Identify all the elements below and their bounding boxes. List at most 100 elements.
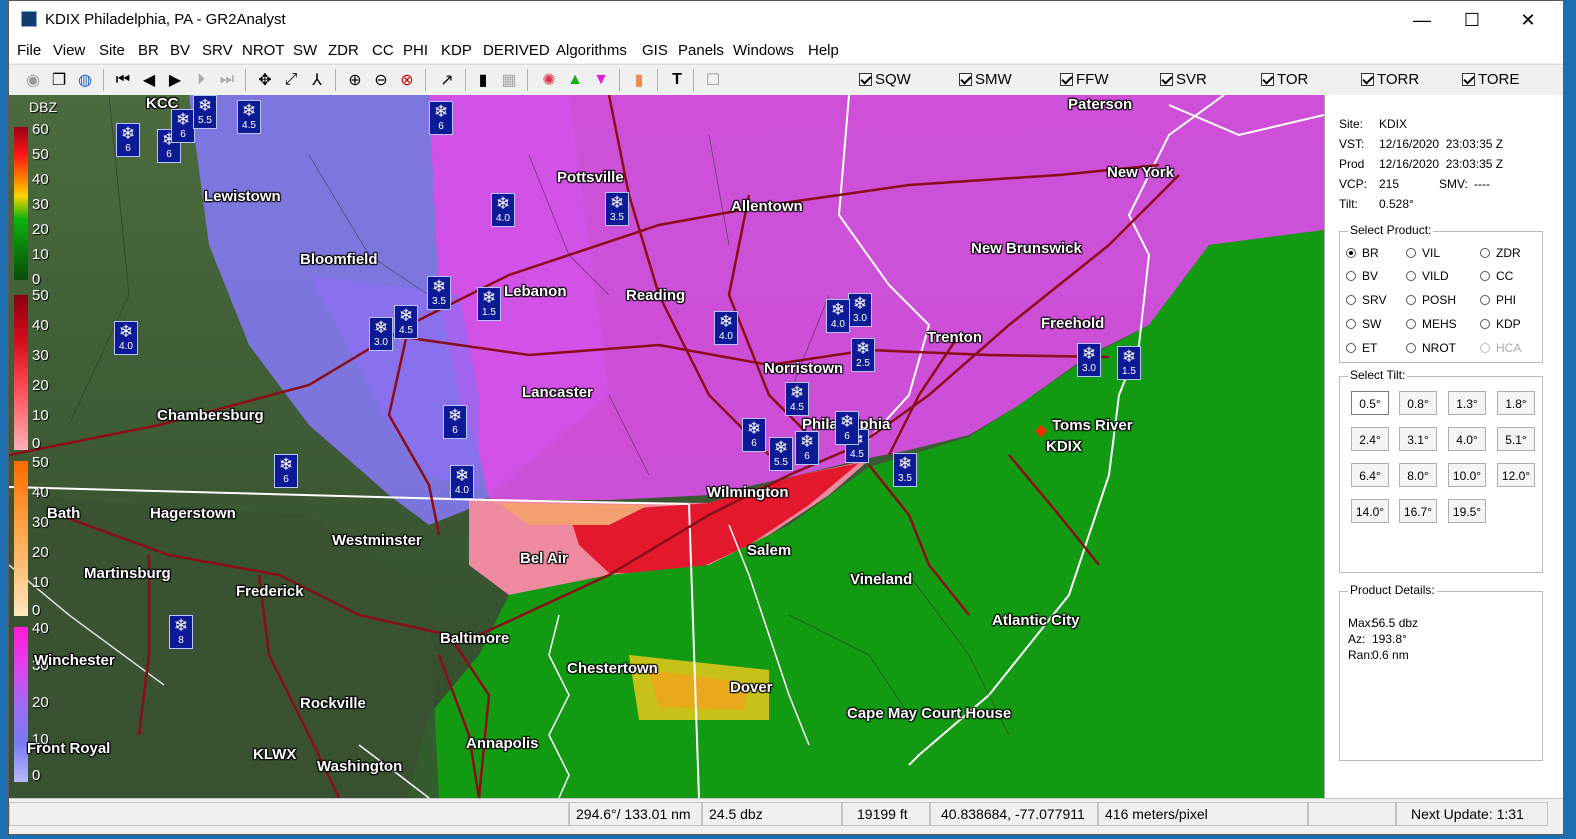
cross-section-icon[interactable]: ⅄ <box>307 70 327 90</box>
product-kdp-radio[interactable]: KDP <box>1480 317 1521 331</box>
green-triangle-icon[interactable]: ▲ <box>565 70 585 90</box>
product-vil-radio[interactable]: VIL <box>1406 246 1440 260</box>
measure-icon[interactable]: ⤢ <box>281 70 301 90</box>
snow-report-marker[interactable]: ❄ 5.5 <box>769 437 793 471</box>
right-edge-scrollbar[interactable] <box>1563 95 1564 798</box>
snow-report-marker[interactable]: ❄ 6 <box>116 123 140 157</box>
frame-box-icon[interactable]: ☐ <box>703 70 723 90</box>
globe-icon[interactable]: ◉ <box>23 70 43 90</box>
toggle-tore[interactable]: TORE <box>1462 71 1519 88</box>
step-back-icon[interactable]: ◀ <box>139 70 159 90</box>
minimize-button[interactable]: — <box>1399 7 1445 33</box>
menu-algorithms[interactable]: Algorithms <box>556 42 627 59</box>
black-square-icon[interactable]: ▮ <box>473 70 493 90</box>
product-vild-radio[interactable]: VILD <box>1406 269 1449 283</box>
zoom-out-icon[interactable]: ⊖ <box>371 70 391 90</box>
snow-report-marker[interactable]: ❄ 6 <box>429 101 453 135</box>
menu-bv[interactable]: BV <box>170 42 190 59</box>
toggle-svr[interactable]: SVR <box>1160 71 1207 88</box>
zoom-reset-icon[interactable]: ⊗ <box>397 70 417 90</box>
tilt-button[interactable]: 10.0° <box>1448 463 1486 487</box>
snow-report-marker[interactable]: ❄4.5 <box>394 305 418 339</box>
menu-sw[interactable]: SW <box>293 42 317 59</box>
menu-file[interactable]: File <box>17 42 41 59</box>
toggle-sqw[interactable]: SQW <box>859 71 911 88</box>
menu-phi[interactable]: PHI <box>403 42 428 59</box>
tilt-button[interactable]: 3.1° <box>1399 427 1437 451</box>
magenta-triangle-icon[interactable]: ▼ <box>591 70 611 90</box>
menu-derived[interactable]: DERIVED <box>483 42 550 59</box>
snow-report-marker[interactable]: ❄ 3.5 <box>605 192 629 226</box>
snow-report-marker[interactable]: ❄ 3.0 <box>1077 343 1101 377</box>
snow-report-marker[interactable]: ❄ 1.5 <box>1117 346 1141 380</box>
product-mehs-radio[interactable]: MEHS <box>1406 317 1457 331</box>
snow-report-marker[interactable]: ❄ 4.0 <box>714 311 738 345</box>
snow-report-marker[interactable]: ❄ 6 <box>443 405 467 439</box>
snow-report-marker[interactable]: ❄ 6 <box>742 418 766 452</box>
pan-icon[interactable]: ✥ <box>255 70 275 90</box>
hurricane-icon[interactable]: ✺ <box>539 70 559 90</box>
product-srv-radio[interactable]: SRV <box>1346 293 1386 307</box>
product-bv-radio[interactable]: BV <box>1346 269 1378 283</box>
menu-br[interactable]: BR <box>138 42 159 59</box>
snow-report-marker[interactable]: ❄ 3.0 <box>369 317 393 351</box>
toggle-ffw[interactable]: FFW <box>1060 71 1108 88</box>
toggle-torr[interactable]: TORR <box>1361 71 1419 88</box>
product-sw-radio[interactable]: SW <box>1346 317 1381 331</box>
close-button[interactable]: ✕ <box>1505 7 1551 33</box>
radar-map[interactable]: DBZ 60 50 40 30 20 10 0 50 40 30 20 10 0… <box>9 95 1324 798</box>
menu-site[interactable]: Site <box>99 42 125 59</box>
menu-view[interactable]: View <box>53 42 85 59</box>
tilt-button[interactable]: 14.0° <box>1351 499 1389 523</box>
menu-nrot[interactable]: NROT <box>242 42 285 59</box>
arrow-tool-icon[interactable]: ↗ <box>437 70 457 90</box>
snow-report-marker[interactable]: ❄ 1.5 <box>477 287 501 321</box>
zoom-in-icon[interactable]: ⊕ <box>345 70 365 90</box>
tilt-button[interactable]: 2.4° <box>1351 427 1389 451</box>
snow-report-marker[interactable]: ❄ 2.5 <box>851 338 875 372</box>
snow-report-marker[interactable]: ❄ 6 <box>171 109 195 143</box>
toggle-tor[interactable]: TOR <box>1261 71 1308 88</box>
grid-icon[interactable]: ▦ <box>499 70 519 90</box>
menu-gis[interactable]: GIS <box>642 42 668 59</box>
product-nrot-radio[interactable]: NROT <box>1406 341 1456 355</box>
maximize-button[interactable]: ☐ <box>1449 7 1495 33</box>
step-forward-icon[interactable]: ⏵ <box>191 70 211 90</box>
menu-srv[interactable]: SRV <box>202 42 233 59</box>
menu-windows[interactable]: Windows <box>733 42 794 59</box>
tilt-button[interactable]: 0.8° <box>1399 391 1437 415</box>
last-frame-icon[interactable]: ⏭ <box>217 70 237 90</box>
orange-box-icon[interactable]: ▮ <box>629 70 649 90</box>
menu-cc[interactable]: CC <box>372 42 394 59</box>
menu-panels[interactable]: Panels <box>678 42 724 59</box>
copy-icon[interactable]: ❐ <box>49 70 69 90</box>
site-refresh-icon[interactable]: ◍ <box>75 70 95 90</box>
tilt-button[interactable]: 8.0° <box>1399 463 1437 487</box>
snow-report-marker[interactable]: ❄ 4.0 <box>826 299 850 333</box>
snow-report-marker[interactable]: ❄ 6 <box>835 411 859 445</box>
snow-report-marker[interactable]: ❄ 6 <box>274 454 298 488</box>
tilt-button[interactable]: 6.4° <box>1351 463 1389 487</box>
text-tool-icon[interactable]: T <box>667 70 687 90</box>
product-phi-radio[interactable]: PHI <box>1480 293 1516 307</box>
tilt-button[interactable]: 4.0° <box>1448 427 1486 451</box>
first-frame-icon[interactable]: ⏮ <box>113 70 133 90</box>
snow-report-marker[interactable]: ❄ 8 <box>169 615 193 649</box>
product-posh-radio[interactable]: POSH <box>1406 293 1456 307</box>
play-icon[interactable]: ▶ <box>165 70 185 90</box>
product-et-radio[interactable]: ET <box>1346 341 1377 355</box>
snow-report-marker[interactable]: ❄ 4.0 <box>491 193 515 227</box>
snow-report-marker[interactable]: ❄4.5 <box>237 100 261 134</box>
tilt-button[interactable]: 0.5° <box>1351 391 1389 415</box>
product-cc-radio[interactable]: CC <box>1480 269 1513 283</box>
snow-report-marker[interactable]: ❄4.5 <box>785 382 809 416</box>
product-zdr-radio[interactable]: ZDR <box>1480 246 1521 260</box>
toggle-smw[interactable]: SMW <box>959 71 1012 88</box>
snow-report-marker[interactable]: ❄ 3.5 <box>427 276 451 310</box>
tilt-button[interactable]: 16.7° <box>1399 499 1437 523</box>
snow-report-marker[interactable]: ❄ 3.0 <box>848 293 872 327</box>
tilt-button[interactable]: 5.1° <box>1497 427 1535 451</box>
snow-report-marker[interactable]: ❄ 4.0 <box>450 465 474 499</box>
tilt-button[interactable]: 1.8° <box>1497 391 1535 415</box>
snow-report-marker[interactable]: ❄ 4.0 <box>114 321 138 355</box>
